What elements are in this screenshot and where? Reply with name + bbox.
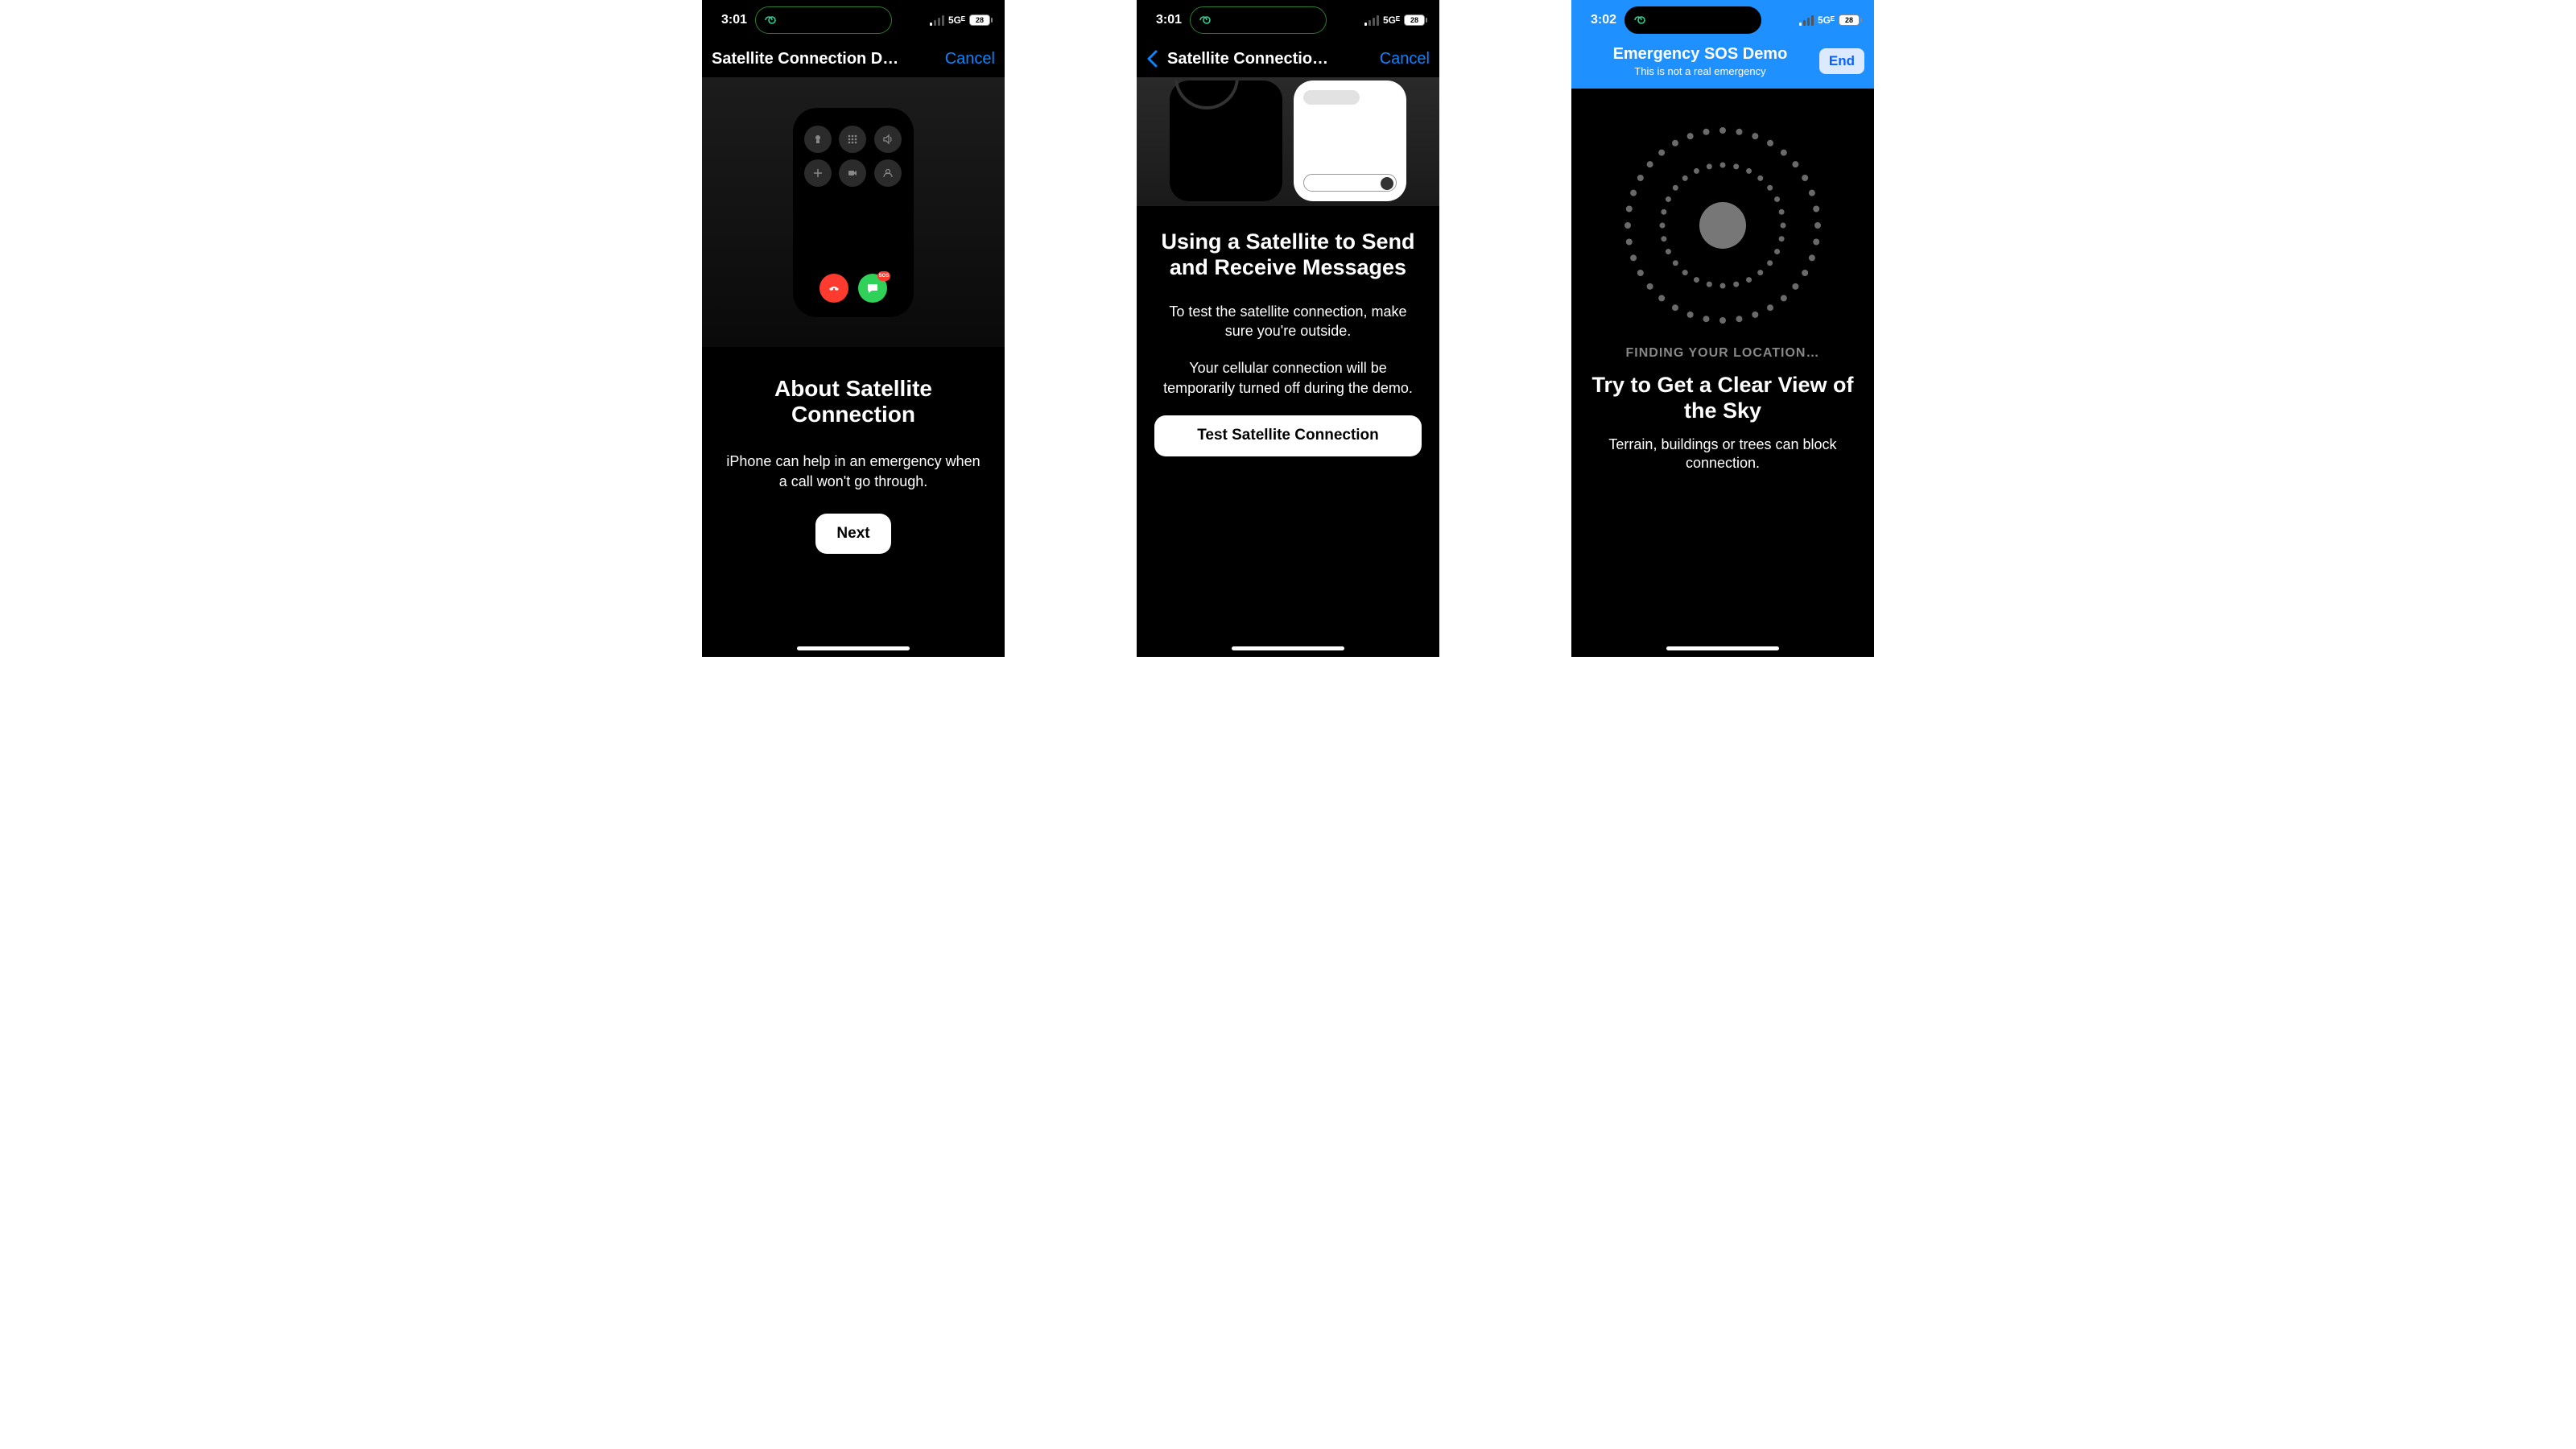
satellite-card-icon <box>1170 80 1282 201</box>
battery-icon: 28 <box>969 14 990 26</box>
home-indicator[interactable] <box>797 646 910 650</box>
dynamic-island[interactable] <box>1190 6 1327 34</box>
facetime-icon <box>839 159 866 187</box>
home-indicator[interactable] <box>1666 646 1779 650</box>
keypad-icon <box>839 126 866 153</box>
mute-icon <box>804 126 832 153</box>
network-label: 5Gᴱ <box>948 14 965 26</box>
battery-icon: 28 <box>1839 14 1860 26</box>
message-sos-icon: SOS <box>858 274 887 303</box>
sheet-body: Terrain, buildings or trees can block co… <box>1587 436 1858 473</box>
speaker-icon <box>874 126 902 153</box>
next-button[interactable]: Next <box>815 514 890 554</box>
nav-bar: Satellite Connectio… Cancel <box>1137 40 1439 77</box>
hero-illustration <box>1137 77 1439 206</box>
cell-signal-icon <box>1364 15 1379 26</box>
status-time: 3:01 <box>1156 13 1182 27</box>
cell-signal-icon <box>1799 15 1814 26</box>
status-bar: 3:01 5Gᴱ 28 <box>702 0 1005 40</box>
sheet-heading: Using a Satellite to Send and Receive Me… <box>1154 229 1422 281</box>
messages-card-icon <box>1294 80 1406 201</box>
finding-label: FINDING YOUR LOCATION… <box>1587 346 1858 361</box>
screen-3-sos-demo: 3:02 5Gᴱ 28 Emergency SOS Demo This is n… <box>1571 0 1874 657</box>
sheet-heading: Try to Get a Clear View of the Sky <box>1587 372 1858 424</box>
contacts-icon <box>874 159 902 187</box>
call-ui-card: SOS <box>793 108 914 317</box>
sheet-body-1: To test the satellite connection, make s… <box>1154 302 1422 341</box>
send-arrow-icon <box>1381 177 1393 190</box>
dynamic-island[interactable] <box>755 6 892 34</box>
cancel-button[interactable]: Cancel <box>1380 50 1430 68</box>
satellite-locator-icon <box>1618 121 1827 330</box>
status-bar: 3:02 5Gᴱ 28 <box>1571 0 1874 40</box>
cell-signal-icon <box>930 15 944 26</box>
nav-bar: Satellite Connection D… Cancel <box>702 40 1005 77</box>
network-label: 5Gᴱ <box>1383 14 1400 26</box>
screen-2-using-satellite: 3:01 5Gᴱ 28 Satellite Connectio… Cancel <box>1137 0 1439 657</box>
end-button[interactable]: End <box>1819 48 1864 74</box>
test-connection-button[interactable]: Test Satellite Connection <box>1154 415 1422 456</box>
add-call-icon <box>804 159 832 187</box>
info-sheet: Using a Satellite to Send and Receive Me… <box>1137 206 1439 471</box>
back-button[interactable] <box>1146 50 1161 68</box>
battery-icon: 28 <box>1404 14 1425 26</box>
sheet-heading: About Satellite Connection <box>724 376 982 427</box>
message-input-icon <box>1303 174 1397 192</box>
hero-illustration: SOS <box>702 77 1005 347</box>
facetime-link-icon <box>1633 12 1649 28</box>
sos-badge: SOS <box>877 271 890 281</box>
home-indicator[interactable] <box>1232 646 1344 650</box>
nav-subtitle: This is not a real emergency <box>1581 65 1819 77</box>
info-sheet: About Satellite Connection iPhone can he… <box>702 347 1005 573</box>
facetime-link-icon <box>1199 12 1215 28</box>
dynamic-island[interactable] <box>1624 6 1761 34</box>
nav-bar: Emergency SOS Demo This is not a real em… <box>1571 40 1874 89</box>
status-bar: 3:01 5Gᴱ 28 <box>1137 0 1439 40</box>
sheet-body: iPhone can help in an emergency when a c… <box>724 452 982 491</box>
screen-1-about-satellite: 3:01 5Gᴱ 28 Satellite Connection D… Canc… <box>702 0 1005 657</box>
status-time: 3:01 <box>721 13 747 27</box>
facetime-link-icon <box>764 12 780 28</box>
hangup-icon <box>819 274 848 303</box>
nav-title: Satellite Connectio… <box>1167 50 1373 68</box>
main-content: FINDING YOUR LOCATION… Try to Get a Clea… <box>1571 89 1874 657</box>
network-label: 5Gᴱ <box>1818 14 1835 26</box>
sheet-body-2: Your cellular connection will be tempora… <box>1154 358 1422 398</box>
nav-title: Emergency SOS Demo <box>1581 45 1819 64</box>
nav-title: Satellite Connection D… <box>712 50 939 68</box>
status-time: 3:02 <box>1591 13 1616 27</box>
cancel-button[interactable]: Cancel <box>945 50 995 68</box>
